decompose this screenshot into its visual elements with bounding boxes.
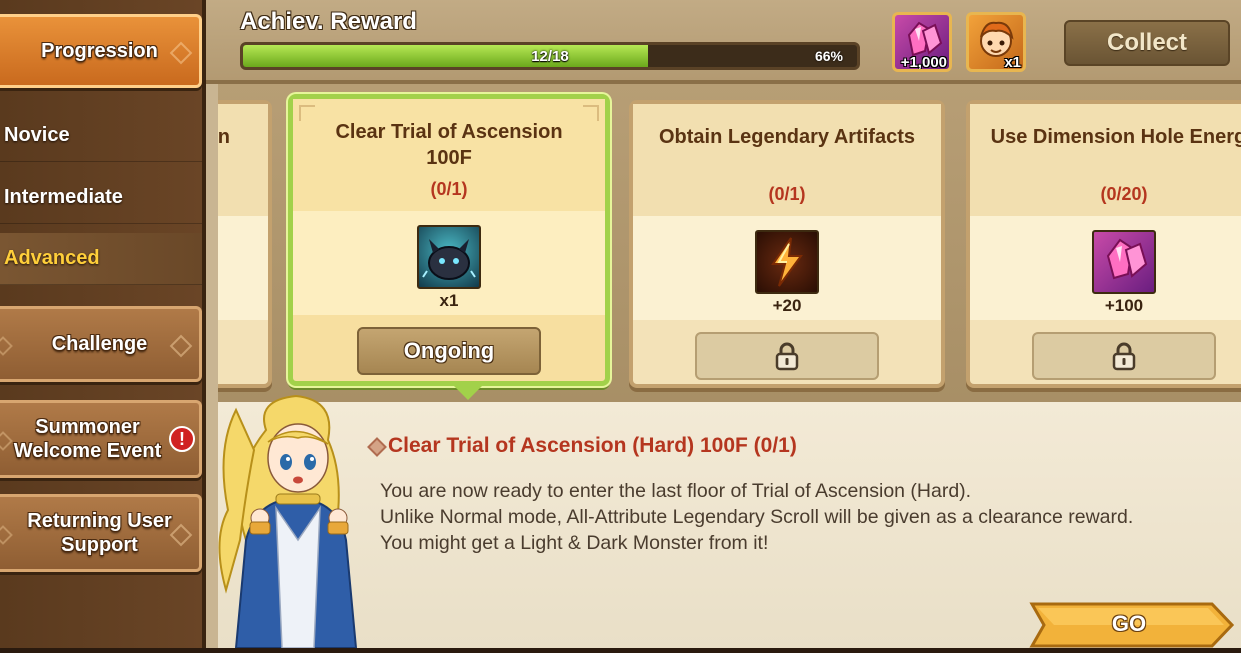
achievement-card-selected[interactable]: Clear Trial of Ascension 100F (0/1) x1 O… [288,94,610,386]
achievement-card[interactable]: Use Dimension Hole Energy (0/20) +100 [966,100,1241,388]
go-label: GO [1111,611,1147,636]
sidebar-item-label: Challenge [51,333,148,355]
card-reward-item [755,230,819,294]
reward-monster[interactable]: x1 [966,12,1026,72]
sidebar-item-label: Summoner Welcome Event [13,416,162,462]
card-title: n [218,126,230,148]
card-reward-qty: +20 [772,296,802,315]
quest-description-line: You are now ready to enter the last floo… [380,480,972,502]
achievement-header: Achiev. Reward 12/18 66% +1,000 x1 Colle… [206,0,1241,84]
card-reward-qty: +100 [1104,296,1144,315]
sidebar-subitem-label: Novice [4,124,70,146]
quest-title: Clear Trial of Ascension (Hard) 100F (0/… [388,434,797,457]
sidebar-subitem-label: Advanced [4,247,100,269]
reward-crystal[interactable]: +1,000 [892,12,952,72]
diamond-ornament-icon [169,334,193,358]
progress-count: 12/18 [531,48,569,65]
achievement-card-partial[interactable]: n [218,100,272,388]
sidebar-subitem-intermediate[interactable]: Intermediate [0,172,202,224]
collect-button[interactable]: Collect [1064,20,1230,66]
sidebar: Progression Novice Intermediate Advanced… [0,0,206,648]
card-reward-item [417,225,481,289]
sidebar-item-challenge[interactable]: Challenge [0,306,202,382]
selection-pointer [454,386,482,400]
card-title: Clear Trial of Ascension 100F [335,121,563,169]
quest-description-line: Unlike Normal mode, All-Attribute Legend… [380,506,1134,528]
diamond-ornament-icon [0,525,13,545]
sidebar-item-label: Progression [41,40,158,62]
alert-badge-icon: ! [169,426,195,452]
quest-description-line: You might get a Light & Dark Monster fro… [380,532,769,554]
pink-crystal-icon [1106,238,1148,280]
reward-qty: x1 [1004,54,1021,71]
sidebar-item-returning-user-support[interactable]: Returning User Support [0,494,202,572]
sidebar-subitem-label: Intermediate [4,186,123,208]
reward-qty: +1,000 [900,54,947,71]
card-progress: (0/20) [1100,184,1148,204]
achievement-progress-bar: 12/18 66% [240,42,860,70]
lightning-energy-icon [771,237,803,287]
diamond-ornament-icon [169,41,193,65]
locked-button[interactable] [1032,332,1216,380]
achievement-card-list[interactable]: n Clear Trial of Ascension 100F (0/1) x1… [218,84,1241,402]
sidebar-item-summoner-welcome-event[interactable]: Summoner Welcome Event ! [0,400,202,478]
card-progress: (0/1) [768,184,806,204]
locked-button[interactable] [695,332,879,380]
character-portrait [218,394,358,648]
ongoing-button[interactable]: Ongoing [357,327,541,375]
card-title: Use Dimension Hole Energy [990,126,1241,148]
diamond-ornament-icon [0,336,13,356]
go-button[interactable]: GO [1024,602,1235,648]
card-reward-item [1092,230,1156,294]
sidebar-subitem-advanced[interactable]: Advanced [0,233,202,285]
achievement-card[interactable]: Obtain Legendary Artifacts (0/1) +20 [629,100,945,388]
achievement-title: Achiev. Reward [240,8,417,35]
card-title: Obtain Legendary Artifacts [659,126,915,148]
card-reward-qty: x1 [439,291,459,310]
sidebar-subitem-novice[interactable]: Novice [0,110,202,162]
lock-icon [775,342,799,371]
progress-percent: 66% [814,48,843,64]
dark-slime-monster-icon [422,239,476,280]
card-progress: (0/1) [430,179,468,199]
sidebar-item-progression[interactable]: Progression [0,14,202,88]
sidebar-item-label: Returning User Support [27,510,172,556]
lock-icon [1112,342,1136,371]
